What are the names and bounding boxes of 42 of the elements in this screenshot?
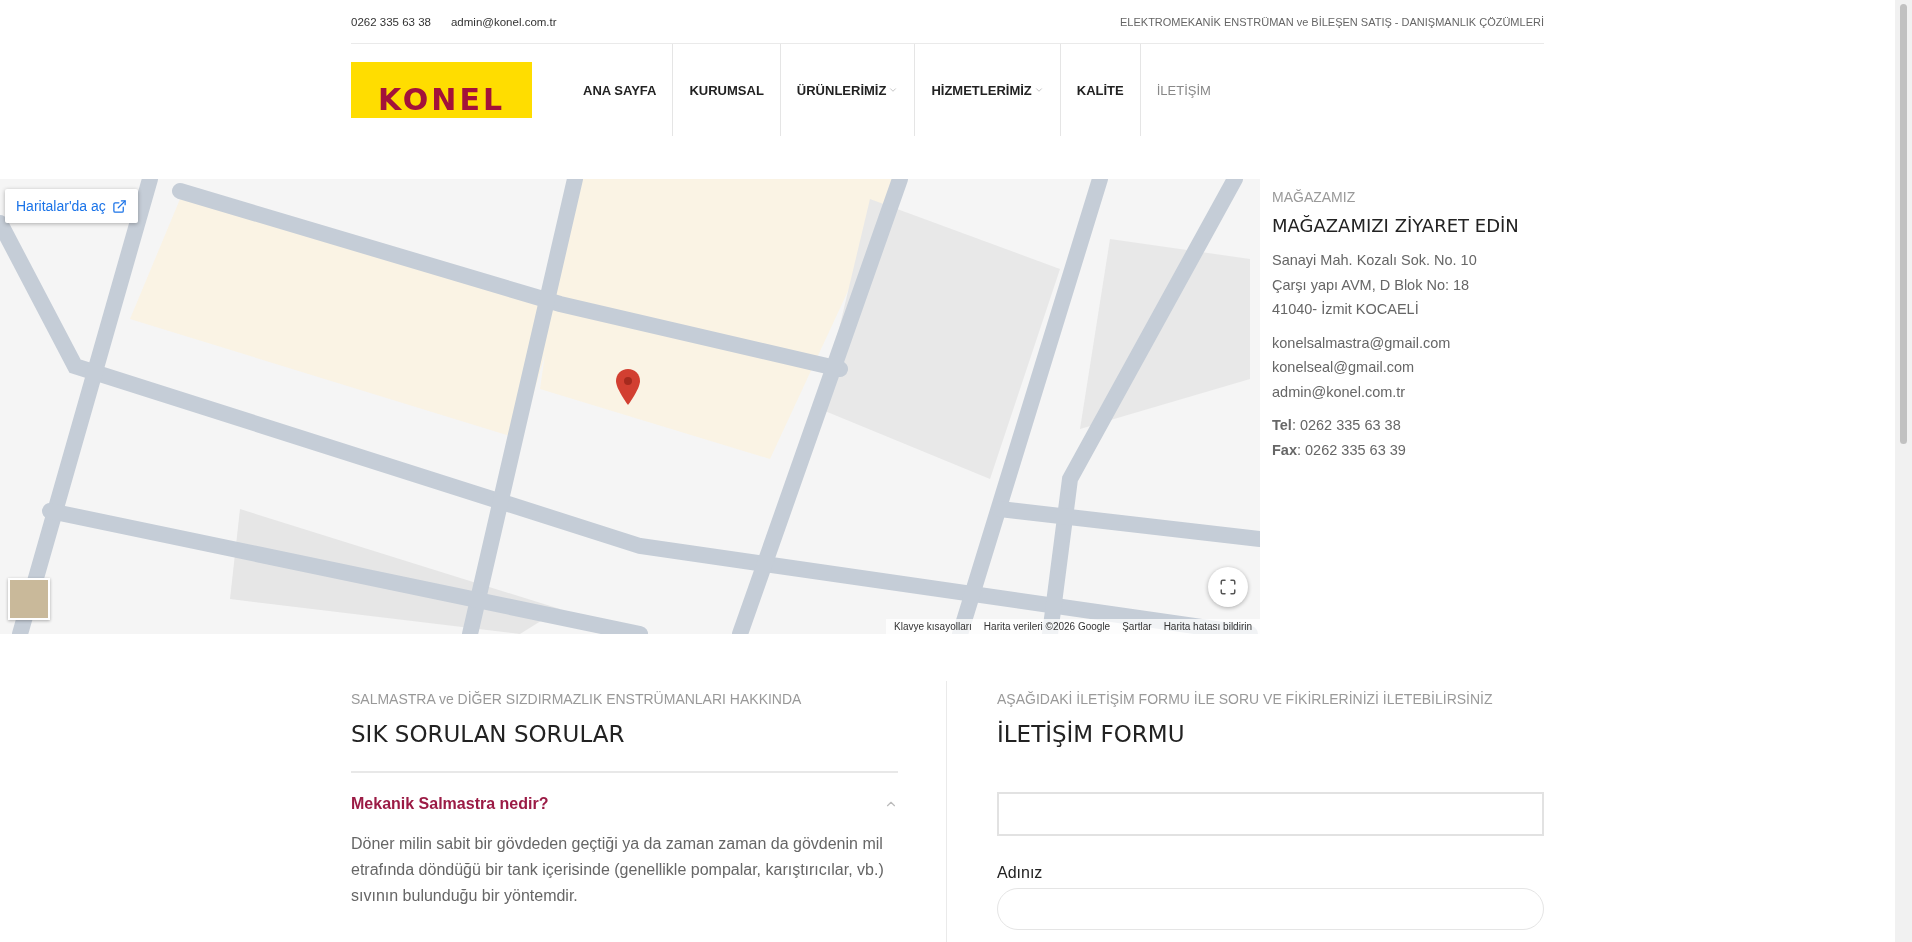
caret-icon bbox=[888, 85, 899, 95]
input-field[interactable] bbox=[997, 792, 1544, 836]
email-link[interactable]: konelsalmastra@gmail.com bbox=[1272, 330, 1519, 355]
satellite-thumbnail[interactable] bbox=[8, 578, 50, 620]
address-line: Sanayi Mah. Kozalı Sok. No. 10 bbox=[1272, 251, 1478, 270]
logo[interactable]: KONEL bbox=[351, 62, 532, 118]
nav-link[interactable]: ÜRÜNLERİMİZ bbox=[779, 44, 915, 136]
email-link[interactable]: admin@konel.com.tr bbox=[1272, 379, 1519, 404]
nav-link[interactable]: İLETİŞİM bbox=[1139, 44, 1227, 136]
input-field[interactable] bbox=[997, 888, 1544, 930]
faq-question[interactable]: Mekanik Salmastra nedir? bbox=[351, 773, 898, 827]
nav-link[interactable]: ANA SAYFA bbox=[567, 44, 673, 136]
map-footer-link[interactable]: Harita hatası bildirin bbox=[1163, 621, 1252, 632]
scrollbar-thumb[interactable] bbox=[1900, 4, 1907, 444]
field-label: Adınız bbox=[997, 864, 1044, 882]
open-in-maps-link[interactable]: Haritalar'da aç bbox=[5, 189, 138, 223]
nav-link[interactable]: KALİTE bbox=[1059, 44, 1140, 136]
section-title: İLETİŞİM FORMU bbox=[997, 721, 1186, 747]
tagline-text: ELEKTROMEKANİK ENSTRÜMAN ve BİLEŞEN SATIŞ - DANIŞMANLIK ÇÖZÜMLERİ bbox=[1120, 15, 1544, 28]
expand-icon bbox=[1219, 578, 1237, 596]
map-footer-link[interactable]: Harita verileri ©2026 Google bbox=[983, 621, 1111, 632]
nav-link[interactable]: KURUMSAL bbox=[672, 44, 780, 136]
phone-line: Fax: 0262 335 63 39 bbox=[1272, 440, 1407, 460]
nav-link[interactable]: HİZMETLERİMİZ bbox=[914, 44, 1060, 136]
address-line: 41040- İzmit KOCAELİ bbox=[1272, 300, 1420, 319]
map-footer-link[interactable]: Klavye kısayolları bbox=[894, 621, 972, 632]
section-title: SIK SORULAN SORULAR bbox=[351, 721, 626, 747]
location-pin-icon bbox=[615, 369, 641, 405]
caret-icon bbox=[1033, 85, 1044, 95]
phone-text: 0262 335 63 38 bbox=[351, 15, 431, 28]
email-link[interactable]: admin@konel.com.tr bbox=[450, 15, 557, 28]
email-link[interactable]: konelseal@gmail.com bbox=[1272, 355, 1519, 380]
section-title: MAĞAZAMIZI ZİYARET EDİN bbox=[1272, 215, 1519, 236]
section-eyebrow: SALMASTRA ve DİĞER SIZDIRMAZLIK ENSTRÜMANLARI HAKKINDA bbox=[351, 691, 803, 707]
section-eyebrow: MAĞAZAMIZ bbox=[1272, 189, 1357, 205]
faq-answer: Döner milin sabit bir gövdeden geçtiği ya da zaman zaman da gövdenin mil etrafında döndüğü bir tank içerisinde (genellikle pompalar, karıştırıcılar, vb.) sıvının bulunduğu bir yöntemdir. bbox=[351, 834, 885, 906]
phone-line: Tel: 0262 335 63 38 bbox=[1272, 416, 1402, 435]
section-eyebrow: AŞAĞIDAKİ İLETİŞİM FORMU İLE SORU VE FİKİRLERİNİZİ İLETEBİLİRSİNİZ bbox=[997, 691, 1494, 707]
map-footer-link[interactable]: Şartlar bbox=[1122, 621, 1152, 632]
address-line: Çarşı yapı AVM, D Blok No: 18 bbox=[1272, 275, 1471, 295]
external-link-icon bbox=[111, 198, 127, 214]
scrollbar[interactable] bbox=[1895, 0, 1912, 942]
